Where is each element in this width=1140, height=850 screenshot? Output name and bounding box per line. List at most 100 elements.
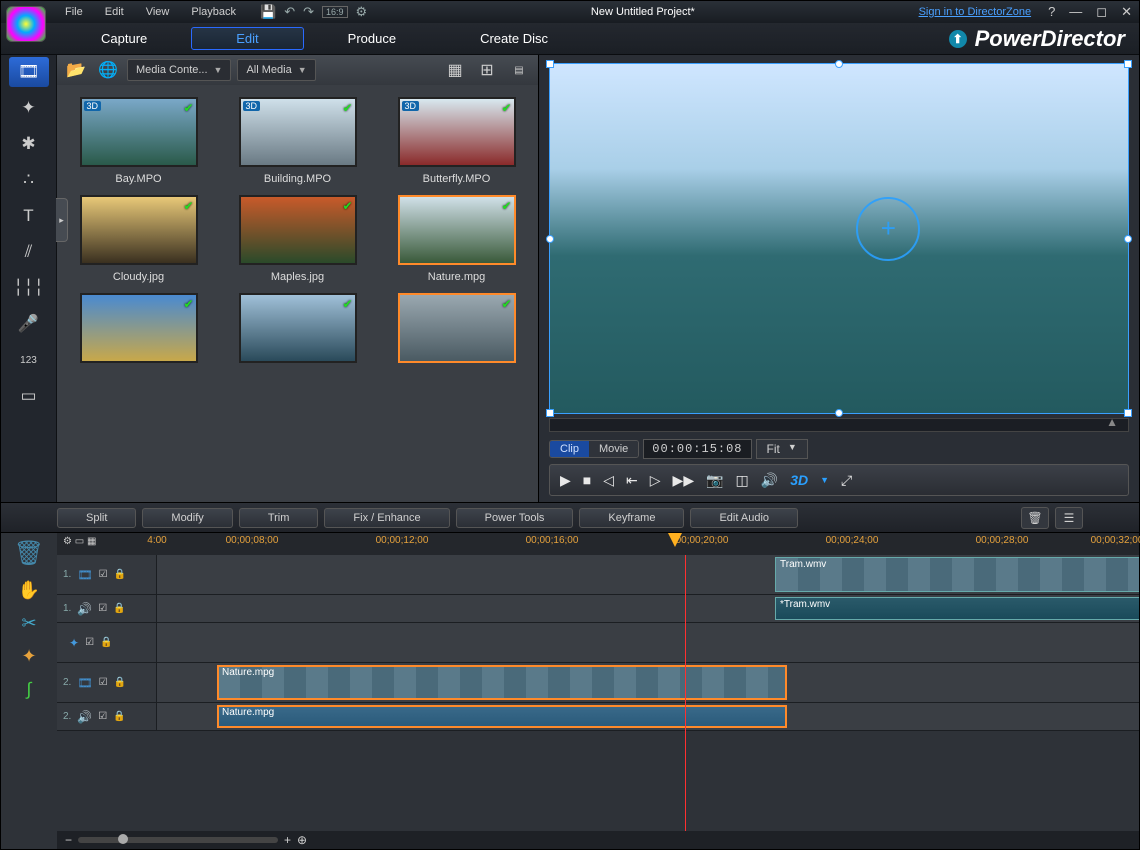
transition-room-tab[interactable]: ⫽ — [9, 237, 49, 267]
voiceover-room-tab[interactable]: 🎤 — [9, 309, 49, 339]
preview-mode-movie[interactable]: Movie — [589, 441, 638, 457]
track-visible-checkbox[interactable]: ☑ — [98, 711, 107, 722]
preview-timecode[interactable]: 00:00:15:08 — [643, 439, 751, 459]
playhead-line[interactable] — [685, 555, 686, 831]
save-icon[interactable]: 💾 — [260, 4, 276, 20]
signin-link[interactable]: Sign in to DirectorZone — [919, 6, 1032, 18]
more-actions-icon[interactable]: ☰ — [1055, 507, 1083, 529]
timeline-ruler[interactable]: ⚙ ▭ ▦ 4:0000;00;08;0000;00;12;0000;00;16… — [57, 533, 1139, 555]
action-split[interactable]: Split — [57, 508, 136, 528]
hand-tool-icon[interactable]: ✋ — [18, 580, 40, 601]
preview-mode-clip[interactable]: Clip — [550, 441, 589, 457]
track-header[interactable]: 1.🔊 ☑ 🔒 — [57, 595, 157, 622]
action-fix-enhance[interactable]: Fix / Enhance — [324, 508, 449, 528]
library-menu-icon[interactable]: ▤ — [506, 59, 532, 81]
ruler-options-icon[interactable]: ⚙ ▭ ▦ — [63, 536, 96, 547]
track-visible-checkbox[interactable]: ☑ — [99, 569, 108, 580]
track-lock-icon[interactable]: 🔒 — [114, 677, 126, 688]
action-power-tools[interactable]: Power Tools — [456, 508, 574, 528]
media-thumb[interactable]: ✔ Nature.mpg — [381, 195, 532, 283]
particle-room-tab[interactable]: ∴ — [9, 165, 49, 195]
mode-create-disc[interactable]: Create Disc — [440, 27, 588, 50]
media-room-tab[interactable]: 🎞 — [9, 57, 49, 87]
media-thumb[interactable]: ✔ Maples.jpg — [222, 195, 373, 283]
track-header[interactable]: 1.🎞 ☑ 🔒 — [57, 555, 157, 594]
undo-icon[interactable]: ↶ — [284, 4, 295, 20]
media-thumb[interactable]: ✔ — [381, 293, 532, 369]
media-thumb[interactable]: ✔ — [222, 293, 373, 369]
step-back-icon[interactable]: ⇤ — [626, 472, 638, 489]
zoom-fit-icon[interactable]: ⊕ — [297, 833, 307, 847]
track-header[interactable]: 2.🔊 ☑ 🔒 — [57, 703, 157, 730]
track-lock-icon[interactable]: 🔒 — [113, 711, 125, 722]
menu-edit[interactable]: Edit — [95, 4, 134, 20]
scrub-marker-icon[interactable]: ▲ — [1106, 415, 1118, 429]
action-trim[interactable]: Trim — [239, 508, 319, 528]
menu-view[interactable]: View — [136, 4, 180, 20]
zoom-out-icon[interactable]: − — [65, 833, 72, 847]
track-lock-icon[interactable]: 🔒 — [113, 603, 125, 614]
action-modify[interactable]: Modify — [142, 508, 232, 528]
trash-icon[interactable]: 🗑 — [1021, 507, 1049, 529]
settings-icon[interactable]: ⚙ — [356, 4, 368, 20]
minimize-icon[interactable]: — — [1066, 4, 1085, 20]
mode-produce[interactable]: Produce — [308, 27, 436, 50]
track-visible-checkbox[interactable]: ☑ — [99, 677, 108, 688]
action-keyframe[interactable]: Keyframe — [579, 508, 684, 528]
fullscreen-icon[interactable]: ⤢ — [841, 472, 852, 489]
upload-icon[interactable]: ⬆ — [949, 30, 967, 48]
effects-room-tab[interactable]: ✦ — [9, 93, 49, 123]
audiomix-room-tab[interactable]: ╎╎╎ — [9, 273, 49, 303]
cut-tool-icon[interactable]: ✂ — [21, 613, 36, 634]
preview-3d-button[interactable]: 3D — [790, 472, 808, 488]
preview-center-target-icon[interactable]: + — [856, 197, 920, 261]
track-body[interactable]: Tram.wmv — [157, 555, 1139, 594]
volume-icon[interactable]: 🔊 — [761, 472, 778, 489]
redo-icon[interactable]: ↷ — [303, 4, 314, 20]
track-lock-icon[interactable]: 🔒 — [100, 637, 112, 648]
close-icon[interactable]: ✕ — [1118, 4, 1135, 20]
fast-forward-icon[interactable]: ▶▶ — [673, 472, 695, 489]
timeline-clip[interactable]: *Tram.wmv — [775, 597, 1139, 620]
next-frame-icon[interactable]: ▷ — [650, 472, 661, 489]
media-thumb[interactable]: 3D ✔ Building.MPO — [222, 97, 373, 185]
preview-canvas[interactable]: + — [549, 63, 1129, 414]
prev-frame-icon[interactable]: ◁ — [603, 472, 614, 489]
track-visible-checkbox[interactable]: ☑ — [98, 603, 107, 614]
zoom-slider[interactable] — [78, 837, 278, 843]
snapshot-icon[interactable]: 📷 — [706, 472, 723, 489]
maximize-icon[interactable]: ◻ — [1093, 4, 1110, 20]
timeline-clip[interactable]: Nature.mpg — [217, 665, 787, 700]
library-grid-icon[interactable]: ⊞ — [474, 59, 500, 81]
download-content-icon[interactable]: 🌐 — [95, 59, 121, 81]
menu-file[interactable]: File — [55, 4, 93, 20]
chapter-room-tab[interactable]: 123 — [9, 345, 49, 375]
media-thumb[interactable]: 3D ✔ Bay.MPO — [63, 97, 214, 185]
media-thumb[interactable]: ✔ — [63, 293, 214, 369]
track-body[interactable]: Nature.mpg — [157, 703, 1139, 730]
media-thumb[interactable]: 3D ✔ Butterfly.MPO — [381, 97, 532, 185]
library-expand-handle[interactable]: ▸ — [56, 198, 68, 242]
library-folder-dropdown[interactable]: Media Conte...▼ — [127, 59, 231, 81]
action-edit-audio[interactable]: Edit Audio — [690, 508, 798, 528]
track-visible-checkbox[interactable]: ☑ — [85, 637, 94, 648]
track-header[interactable]: ✦ ☑ 🔒 — [57, 623, 157, 662]
track-body[interactable]: Nature.mpg — [157, 663, 1139, 702]
track-body[interactable] — [157, 623, 1139, 662]
stop-icon[interactable]: ■ — [583, 472, 591, 488]
play-icon[interactable]: ▶ — [560, 472, 571, 489]
help-icon[interactable]: ? — [1045, 4, 1058, 20]
magic-tool-icon[interactable]: ✦ — [21, 646, 36, 667]
track-lock-icon[interactable]: 🔒 — [114, 569, 126, 580]
import-folder-icon[interactable]: 📂 — [63, 59, 89, 81]
media-thumb[interactable]: ✔ Cloudy.jpg — [63, 195, 214, 283]
title-room-tab[interactable]: T — [9, 201, 49, 231]
preview-zoom-dropdown[interactable]: Fit▼ — [756, 439, 808, 459]
zoom-in-icon[interactable]: + — [284, 833, 291, 847]
aspect-ratio-badge[interactable]: 16:9 — [322, 6, 348, 18]
timeline-clip[interactable]: Nature.mpg — [217, 705, 787, 728]
mode-capture[interactable]: Capture — [61, 27, 187, 50]
curve-tool-icon[interactable]: ∫ — [27, 679, 32, 700]
preview-scrubber[interactable]: ▲ — [549, 418, 1129, 432]
mode-edit[interactable]: Edit — [191, 27, 303, 50]
